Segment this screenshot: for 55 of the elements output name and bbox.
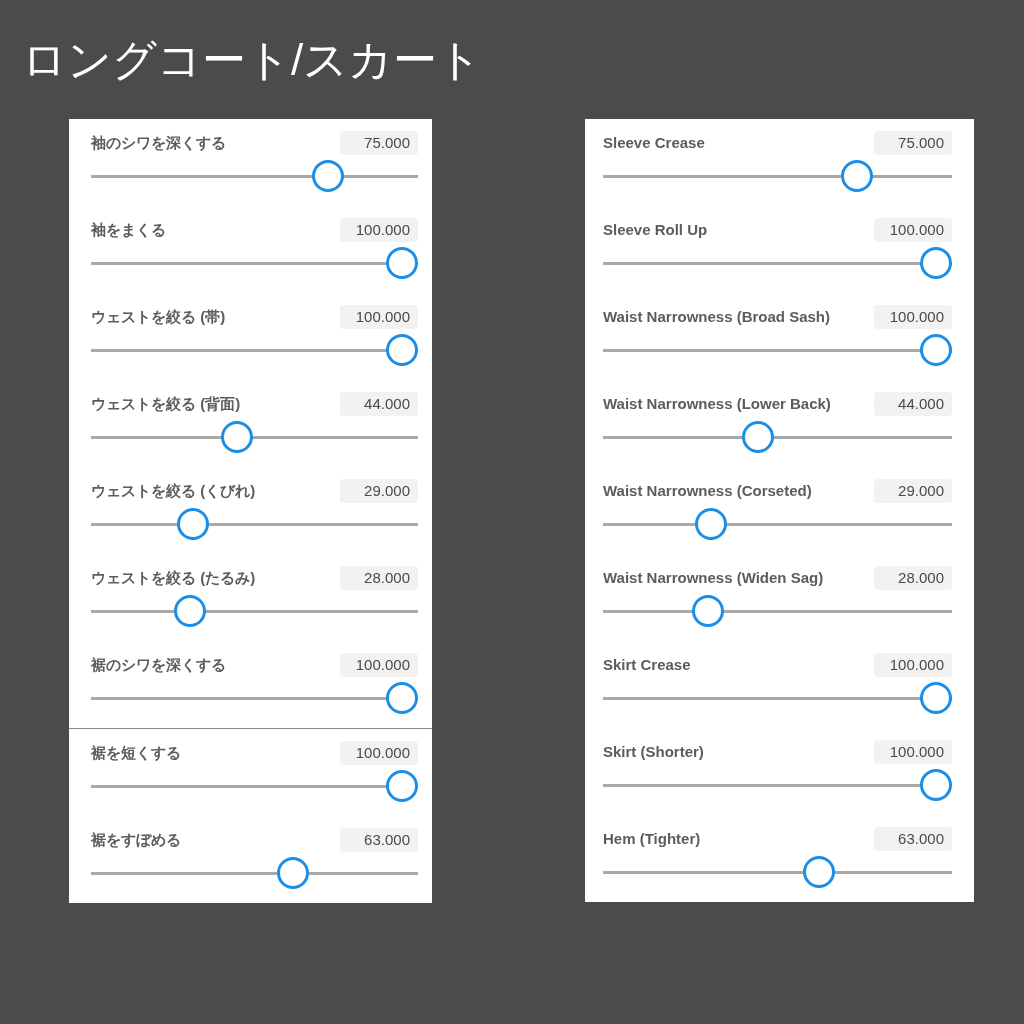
slider-thumb[interactable] <box>840 160 873 192</box>
value-field[interactable]: 75.000 <box>340 130 418 156</box>
slider-thumb[interactable] <box>176 508 209 540</box>
slider-thumb[interactable] <box>173 595 206 627</box>
value-field[interactable]: 29.000 <box>874 478 952 504</box>
slider-label: Waist Narrowness (Broad Sash) <box>603 306 830 327</box>
value-field[interactable]: 28.000 <box>874 565 952 591</box>
value-field[interactable]: 28.000 <box>340 565 418 591</box>
slider-thumb[interactable] <box>920 247 952 279</box>
slider-thumb[interactable] <box>276 857 309 889</box>
slider-thumb[interactable] <box>920 334 952 366</box>
value-field[interactable]: 75.000 <box>874 130 952 156</box>
slider-label: ウェストを絞る (くびれ) <box>91 480 256 501</box>
slider-label: ウェストを絞る (帯) <box>91 306 226 327</box>
slider-thumb[interactable] <box>742 421 775 453</box>
value-field[interactable]: 63.000 <box>340 827 418 853</box>
slider-thumb[interactable] <box>802 856 835 888</box>
slider-label: 袖のシワを深くする <box>91 132 226 153</box>
slider-thumb[interactable] <box>220 421 253 453</box>
value-field[interactable]: 29.000 <box>340 478 418 504</box>
slider-label: 裾を短くする <box>91 742 181 763</box>
value-field[interactable]: 63.000 <box>874 826 952 852</box>
slider-label: 裾のシワを深くする <box>91 654 226 675</box>
slider-label: Waist Narrowness (Corseted) <box>603 480 812 501</box>
slider-label: Skirt (Shorter) <box>603 741 704 762</box>
slider-thumb[interactable] <box>312 160 345 192</box>
slider-thumb[interactable] <box>920 769 952 801</box>
value-field[interactable]: 100.000 <box>340 304 418 330</box>
slider-label: Sleeve Crease <box>603 132 705 153</box>
slider-label: ウェストを絞る (たるみ) <box>91 567 256 588</box>
value-field[interactable]: 100.000 <box>874 304 952 330</box>
slider-thumb[interactable] <box>386 682 418 714</box>
value-field[interactable]: 100.000 <box>874 739 952 765</box>
slider-label: 袖をまくる <box>91 219 166 240</box>
slider-label: Hem (Tighter) <box>603 828 701 849</box>
slider-thumb[interactable] <box>386 770 418 802</box>
slider-label: Skirt Crease <box>603 654 691 675</box>
slider-label: Sleeve Roll Up <box>603 219 708 240</box>
slider-label: Waist Narrowness (Lower Back) <box>603 393 831 414</box>
slider-thumb[interactable] <box>386 334 418 366</box>
slider-label: 裾をすぼめる <box>91 829 181 850</box>
page-title: ロングコート/スカート <box>21 34 484 82</box>
value-field[interactable]: 44.000 <box>874 391 952 417</box>
slider-thumb[interactable] <box>694 508 727 540</box>
value-field[interactable]: 100.000 <box>874 652 952 678</box>
value-field[interactable]: 100.000 <box>340 652 418 678</box>
slider-thumb[interactable] <box>386 247 418 279</box>
value-field[interactable]: 100.000 <box>874 217 952 243</box>
slider-label: Waist Narrowness (Widen Sag) <box>603 567 824 588</box>
slider-label: ウェストを絞る (背面) <box>91 393 241 414</box>
value-field[interactable]: 100.000 <box>340 217 418 243</box>
slider-thumb[interactable] <box>920 682 952 714</box>
value-field[interactable]: 44.000 <box>340 391 418 417</box>
slider-thumb[interactable] <box>691 595 724 627</box>
value-field[interactable]: 100.000 <box>340 740 418 766</box>
